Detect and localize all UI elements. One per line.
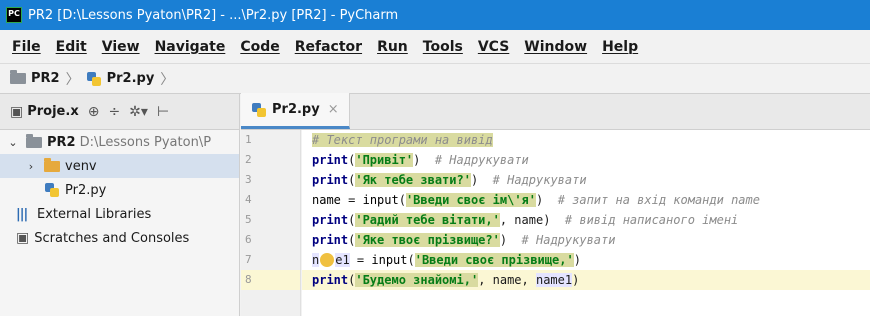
- tree-item-external-libraries[interactable]: ||| External Libraries: [0, 202, 239, 226]
- split-icon[interactable]: ÷: [108, 104, 120, 120]
- pycharm-logo-icon: PC: [6, 7, 22, 23]
- project-view-dropdown[interactable]: ▣ Proje.x: [10, 104, 79, 120]
- code-editor[interactable]: # Текст програми на вивід print('Привіт'…: [302, 130, 870, 316]
- code-keyword: print: [312, 173, 349, 187]
- line-number: 5: [245, 213, 252, 226]
- line-number: 7: [245, 253, 252, 266]
- globe-icon[interactable]: ⊕: [88, 104, 100, 120]
- code-line-4[interactable]: name = input('Введи своє ім\'я') # запит…: [302, 190, 870, 210]
- menu-run[interactable]: Run: [377, 39, 408, 55]
- code-comment: # запит на вхід команди name: [557, 193, 760, 207]
- menu-bar: File Edit View Navigate Code Refactor Ru…: [0, 30, 870, 64]
- python-file-icon: [44, 182, 60, 198]
- folder-icon: [44, 157, 60, 172]
- window-title: PR2 [D:\Lessons Pyaton\PR2] - ...\Pr2.py…: [28, 7, 399, 23]
- chevron-down-icon[interactable]: ⌄: [6, 136, 20, 149]
- python-file-icon: [251, 102, 267, 118]
- code-comment: # вивід написаного імені: [564, 213, 739, 227]
- menu-view[interactable]: View: [102, 39, 140, 55]
- breadcrumb-separator: 〉: [160, 71, 175, 88]
- tree-item-venv[interactable]: › venv: [0, 154, 239, 178]
- code-string: 'Введи своє ім\'я': [405, 193, 536, 207]
- code-comment: # Надрукувати: [521, 233, 616, 247]
- menu-help[interactable]: Help: [602, 39, 638, 55]
- menu-file[interactable]: File: [12, 39, 41, 55]
- code-keyword: print: [312, 233, 349, 247]
- menu-code[interactable]: Code: [240, 39, 279, 55]
- code-line-8[interactable]: print('Будемо знайомі,', name, name1): [302, 270, 870, 290]
- code-line-6[interactable]: print('Яке твоє прізвище?') # Надрукуват…: [302, 230, 870, 250]
- menu-tools[interactable]: Tools: [423, 39, 463, 55]
- code-line-5[interactable]: print('Радий тебе вітати,', name) # виві…: [302, 210, 870, 230]
- tree-item-pr2[interactable]: ⌄ PR2 D:\Lessons Pyaton\P: [0, 130, 239, 154]
- folder-icon: [26, 133, 42, 148]
- tab-pr2-py[interactable]: Pr2.py ×: [241, 93, 350, 129]
- line-number: 4: [245, 193, 252, 206]
- code-keyword: print: [312, 153, 349, 167]
- code-keyword: print: [312, 273, 349, 287]
- line-number: 3: [245, 173, 252, 186]
- breadcrumb-project[interactable]: PR2: [10, 70, 60, 86]
- code-string: 'Як тебе звати?': [355, 173, 471, 187]
- menu-vcs[interactable]: VCS: [478, 39, 509, 55]
- folder-icon: [10, 70, 26, 84]
- project-toolbar: ▣ Proje.x ⊕ ÷ ✲▾ ⊢: [0, 94, 240, 130]
- code-string: 'Введи своє прізвище,': [414, 253, 574, 267]
- line-number: 6: [245, 233, 252, 246]
- code-string: 'Привіт': [355, 153, 414, 167]
- line-number: 2: [245, 153, 252, 166]
- tree-item-pr2-py[interactable]: Pr2.py: [0, 178, 239, 202]
- code-line-1[interactable]: # Текст програми на вивід: [302, 130, 870, 150]
- code-comment: # Надрукувати: [434, 153, 529, 167]
- breadcrumb: PR2 〉 Pr2.py 〉: [0, 64, 870, 94]
- code-string: 'Яке твоє прізвище?': [355, 233, 500, 247]
- python-file-icon: [86, 71, 102, 87]
- scratches-icon: ▣: [16, 230, 30, 246]
- code-string: 'Радий тебе вітати,': [355, 213, 500, 227]
- breadcrumb-file[interactable]: Pr2.py: [86, 71, 154, 87]
- window-titlebar: PC PR2 [D:\Lessons Pyaton\PR2] - ...\Pr2…: [0, 0, 870, 30]
- collapse-icon[interactable]: ⊢: [157, 104, 169, 120]
- line-number-gutter: 1 2 3 4 5 6 7 8: [241, 130, 301, 316]
- project-panel-icon: ▣: [10, 103, 24, 120]
- chevron-right-icon[interactable]: ›: [24, 160, 38, 173]
- code-line-3[interactable]: print('Як тебе звати?') # Надрукувати: [302, 170, 870, 190]
- breadcrumb-separator: 〉: [65, 71, 80, 88]
- line-number: 1: [245, 133, 252, 146]
- gear-icon[interactable]: ✲▾: [129, 104, 148, 120]
- menu-refactor[interactable]: Refactor: [295, 39, 362, 55]
- menu-navigate[interactable]: Navigate: [155, 39, 226, 55]
- project-tree: ⌄ PR2 D:\Lessons Pyaton\P › venv Pr2.py …: [0, 130, 240, 316]
- close-icon[interactable]: ×: [328, 102, 339, 117]
- code-line-7[interactable]: n e1 = input('Введи своє прізвище,'): [302, 250, 870, 270]
- code-comment: # Надрукувати: [492, 173, 587, 187]
- code-line-2[interactable]: print('Привіт') # Надрукувати: [302, 150, 870, 170]
- editor-tab-bar: Pr2.py ×: [241, 93, 870, 130]
- code-keyword: print: [312, 213, 349, 227]
- library-icon: |||: [16, 206, 28, 222]
- tree-item-scratches[interactable]: ▣ Scratches and Consoles: [0, 226, 239, 250]
- code-comment: # Текст програми на вивід: [312, 133, 493, 147]
- line-number-current: 8: [241, 270, 300, 290]
- lightbulb-icon[interactable]: [320, 252, 335, 267]
- code-string: 'Будемо знайомі,': [355, 273, 479, 287]
- menu-window[interactable]: Window: [524, 39, 587, 55]
- menu-edit[interactable]: Edit: [56, 39, 87, 55]
